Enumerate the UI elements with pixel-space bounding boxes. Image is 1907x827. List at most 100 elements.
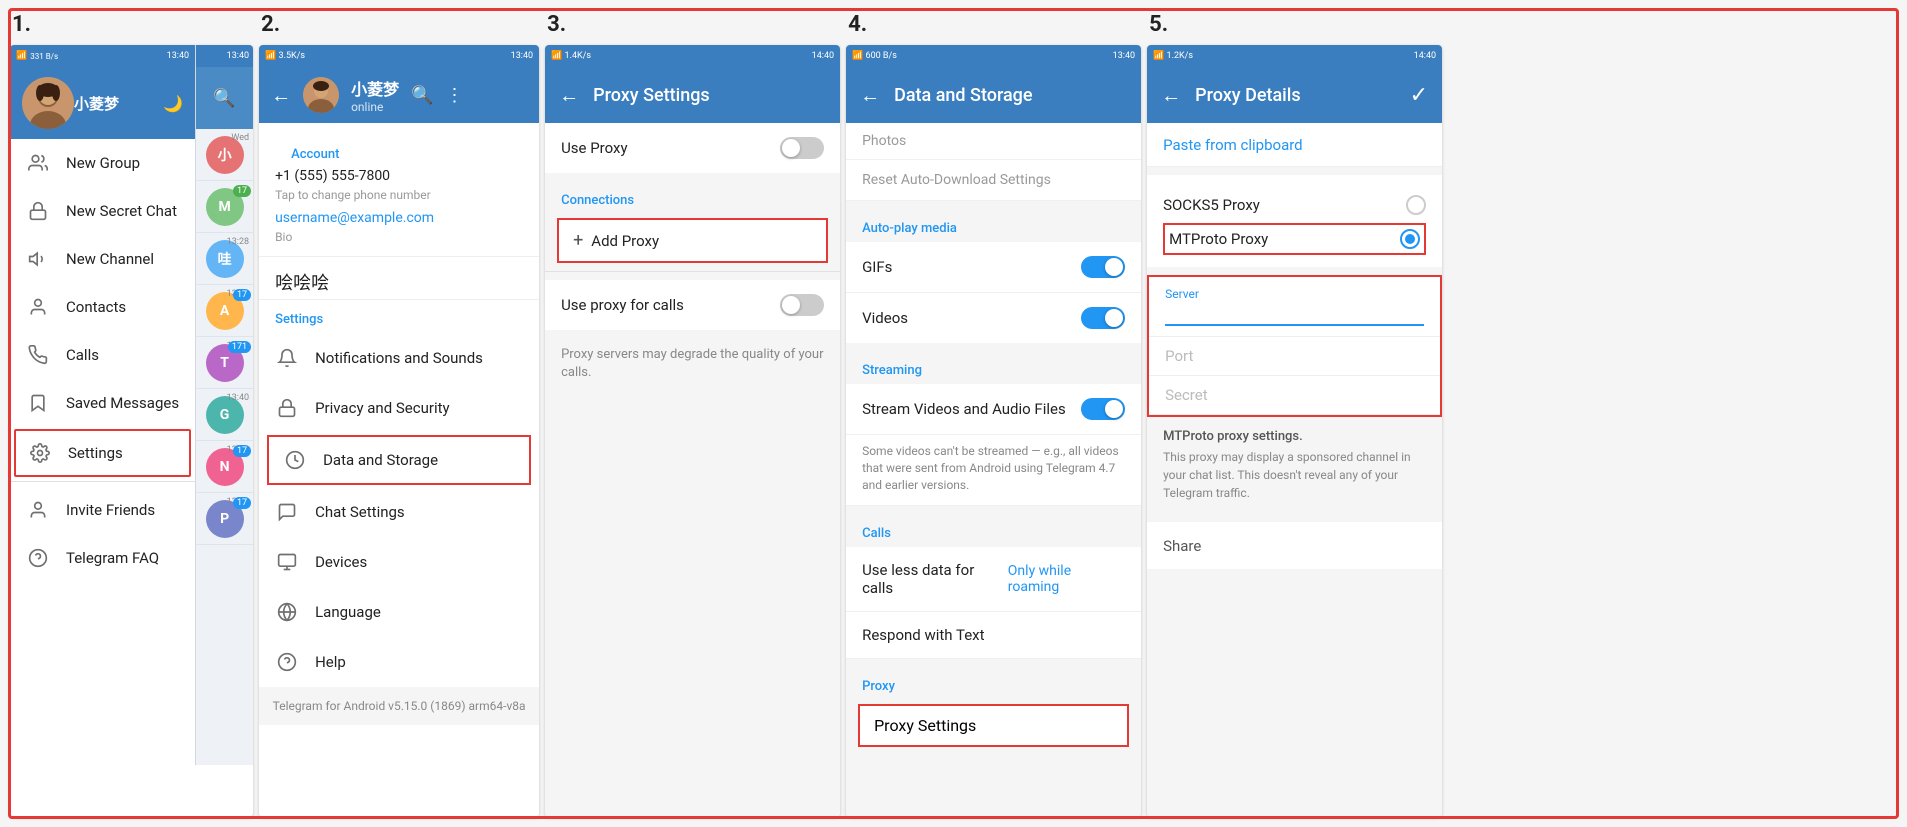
privacy-label: Privacy and Security xyxy=(315,399,450,417)
s2-more-icon[interactable]: ⋮ xyxy=(446,85,464,106)
s5-back-button[interactable]: ← xyxy=(1161,83,1181,108)
s2-status-right: 13:40 xyxy=(511,51,533,61)
s1-username: 小菱梦 xyxy=(74,93,119,114)
s5-server-input-row: Server xyxy=(1149,277,1440,337)
s3-add-proxy-button[interactable]: + Add Proxy xyxy=(557,218,828,263)
s2-name-section: 哙哙哙 xyxy=(259,257,539,300)
sidebar-item-contacts[interactable]: Contacts xyxy=(10,283,195,331)
s4-stream-toggle[interactable] xyxy=(1081,398,1125,420)
s2-search-icon[interactable]: 🔍 xyxy=(411,85,433,106)
s3-use-proxy-section: Use Proxy xyxy=(545,123,840,173)
s5-mtproto-radio[interactable] xyxy=(1400,229,1420,249)
s2-settings-title: Settings xyxy=(259,300,539,333)
s4-videos-toggle[interactable] xyxy=(1081,307,1125,329)
s5-status-bar: 📶 1.2K/s 14:40 xyxy=(1147,45,1442,67)
s3-use-proxy-row: Use Proxy xyxy=(545,123,840,173)
sidebar-item-new-channel[interactable]: New Channel xyxy=(10,235,195,283)
settings-icon xyxy=(28,441,52,465)
s5-status-left: 📶 1.2K/s xyxy=(1153,51,1193,61)
sidebar-item-saved-messages[interactable]: Saved Messages xyxy=(10,379,195,427)
help-icon xyxy=(275,650,299,674)
search-btn[interactable]: 🔍 xyxy=(213,88,235,109)
chat-list-item-3[interactable]: 哇 13:28 xyxy=(196,233,253,285)
chat-list-header: 13:40 🔍 xyxy=(196,45,253,129)
s3-use-proxy-toggle[interactable] xyxy=(780,137,824,159)
faq-icon xyxy=(26,546,50,570)
s4-autoplay-title: Auto-play media xyxy=(846,209,1141,242)
sidebar-item-label-contacts: Contacts xyxy=(66,298,126,316)
sidebar-item-invite[interactable]: Invite Friends xyxy=(10,486,195,534)
s4-proxy-settings-button[interactable]: Proxy Settings xyxy=(858,704,1129,747)
chat-list-item-6[interactable]: G 13:40 xyxy=(196,389,253,441)
section-4-screen: 📶 600 B/s 13:40 ← Data and Storage Photo… xyxy=(846,45,1141,817)
settings-item-help[interactable]: Help xyxy=(259,637,539,687)
s1-user-info: 小菱梦 xyxy=(74,93,119,114)
s4-status-left: 📶 600 B/s xyxy=(852,51,897,61)
section-5-wrapper: 5. 📶 1.2K/s 14:40 ← Proxy Details ✓ xyxy=(1147,10,1442,817)
chat-list-item-4[interactable]: A 13:40 17 xyxy=(196,285,253,337)
s5-hint-section: MTProto proxy settings. This proxy may d… xyxy=(1147,417,1442,514)
s2-header-title: 小菱梦 xyxy=(351,76,399,100)
section-5-screen: 📶 1.2K/s 14:40 ← Proxy Details ✓ Paste f… xyxy=(1147,45,1442,817)
section-1-screen: 📶 331 B/s 13:40 xyxy=(10,45,253,817)
s3-calls-proxy-toggle[interactable] xyxy=(780,294,824,316)
sidebar-item-calls[interactable]: Calls xyxy=(10,331,195,379)
s4-reset-label: Reset Auto-Download Settings xyxy=(846,160,1141,201)
s5-port-input-row: Port xyxy=(1149,337,1440,376)
s4-autoplay-section: GIFs Videos xyxy=(846,242,1141,343)
s3-content: Use Proxy Connections + Add Proxy Use pr… xyxy=(545,123,840,817)
s5-server-input[interactable] xyxy=(1165,307,1424,326)
section-2-wrapper: 2. 📶 3.5K/s 13:40 ← xyxy=(259,10,539,817)
chat-list-item-7[interactable]: N 13:40 17 xyxy=(196,441,253,493)
sidebar-item-settings[interactable]: Settings xyxy=(14,429,191,477)
s5-secret-input-row: Secret xyxy=(1149,376,1440,415)
s4-back-button[interactable]: ← xyxy=(860,83,880,108)
chat-settings-label: Chat Settings xyxy=(315,503,405,521)
s4-use-less-data-value: Only while roaming xyxy=(1008,563,1125,595)
s5-paste-row: Paste from clipboard xyxy=(1147,123,1442,167)
chat-settings-icon xyxy=(275,500,299,524)
invite-icon xyxy=(26,498,50,522)
chat-list-item-5[interactable]: T 13:40 171 xyxy=(196,337,253,389)
s3-back-button[interactable]: ← xyxy=(559,83,579,108)
sidebar-item-faq[interactable]: Telegram FAQ xyxy=(10,534,195,582)
s5-port-placeholder: Port xyxy=(1165,347,1424,365)
s3-header-title: Proxy Settings xyxy=(593,85,826,106)
s5-mtproto-label: MTProto Proxy xyxy=(1169,230,1268,248)
sidebar-item-new-group[interactable]: New Group xyxy=(10,139,195,187)
s4-status-bar: 📶 600 B/s 13:40 xyxy=(846,45,1141,67)
s2-header: ← 小菱梦 online 🔍 ⋮ xyxy=(259,67,539,123)
s4-gifs-toggle[interactable] xyxy=(1081,256,1125,278)
s5-paste-button[interactable]: Paste from clipboard xyxy=(1163,136,1303,154)
s2-back-button[interactable]: ← xyxy=(271,83,291,108)
s5-share-row: Share xyxy=(1147,522,1442,569)
lock-icon xyxy=(26,199,50,223)
notifications-label: Notifications and Sounds xyxy=(315,349,483,367)
settings-item-data-storage[interactable]: Data and Storage xyxy=(267,435,531,485)
s4-photos-section: Photos Reset Auto-Download Settings xyxy=(846,123,1141,201)
menu-divider xyxy=(10,481,195,482)
s5-socks5-label: SOCKS5 Proxy xyxy=(1163,196,1260,214)
settings-item-chat[interactable]: Chat Settings xyxy=(259,487,539,537)
s2-avatar-svg xyxy=(303,77,339,113)
s3-calls-section: Use proxy for calls xyxy=(545,280,840,330)
s2-username-display: 哙哙哙 xyxy=(275,269,523,295)
settings-item-notifications[interactable]: Notifications and Sounds xyxy=(259,333,539,383)
section-3-number: 3. xyxy=(545,10,840,41)
chat-list-sub-header: 🔍 xyxy=(196,67,253,129)
chat-badge-7: 17 xyxy=(233,445,251,457)
s5-confirm-button[interactable]: ✓ xyxy=(1410,83,1428,108)
s5-socks5-radio[interactable] xyxy=(1406,195,1426,215)
settings-item-privacy[interactable]: Privacy and Security xyxy=(259,383,539,433)
s5-socks5-row: SOCKS5 Proxy xyxy=(1163,187,1426,223)
sidebar-item-label-faq: Telegram FAQ xyxy=(66,549,159,567)
chat-list-item-1[interactable]: 小 Wed xyxy=(196,129,253,181)
settings-item-devices[interactable]: Devices xyxy=(259,537,539,587)
sidebar-item-label-saved: Saved Messages xyxy=(66,394,179,412)
bookmark-icon xyxy=(26,391,50,415)
settings-item-language[interactable]: Language xyxy=(259,587,539,637)
chat-list-item-8[interactable]: P 13:40 17 xyxy=(196,493,253,545)
chat-list-item-2[interactable]: M Sat 17 xyxy=(196,181,253,233)
sidebar-item-new-secret-chat[interactable]: New Secret Chat xyxy=(10,187,195,235)
s4-gifs-label: GIFs xyxy=(862,258,892,276)
